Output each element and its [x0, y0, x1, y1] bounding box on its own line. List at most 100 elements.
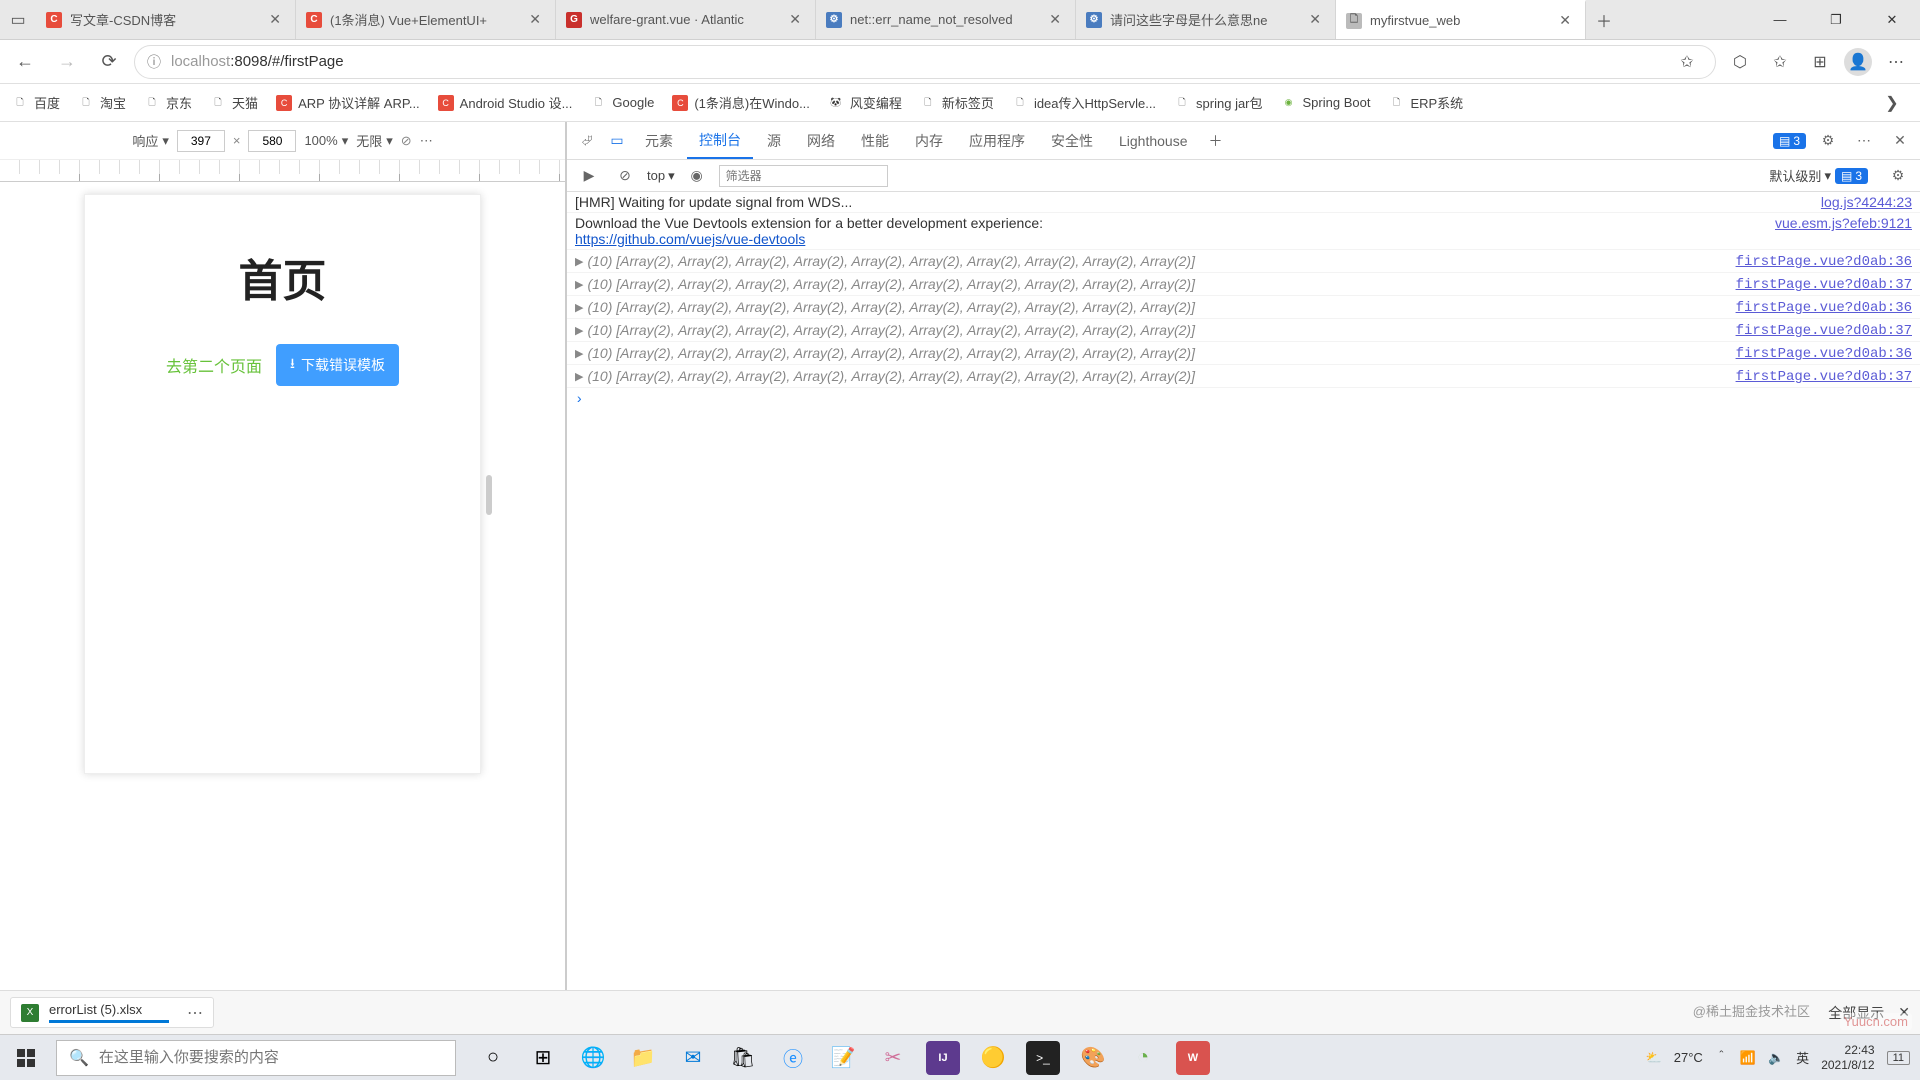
source-link[interactable]: vue.esm.js?efeb:9121 — [1775, 215, 1912, 231]
filter-input[interactable] — [719, 165, 888, 187]
minimize-button[interactable]: — — [1752, 0, 1808, 40]
zoom-select[interactable]: 100% ▾ — [304, 133, 348, 149]
bookmark-item[interactable]: 🗋淘宝 — [78, 93, 126, 112]
log-array-row[interactable]: ▶(10) [Array(2), Array(2), Array(2), Arr… — [567, 296, 1920, 319]
favorites-icon[interactable]: ✩ — [1764, 46, 1796, 78]
tab-application[interactable]: 应用程序 — [957, 123, 1037, 159]
inspect-icon[interactable]: ⮰ — [573, 127, 601, 155]
ime-indicator[interactable]: 英 — [1796, 1048, 1809, 1067]
edge-icon[interactable]: 🌐 — [576, 1041, 610, 1075]
reload-button[interactable]: ⟳ — [92, 45, 126, 79]
taskbar-search-input[interactable] — [99, 1049, 443, 1066]
tray-chevron-icon[interactable]: ＾ — [1715, 1048, 1728, 1067]
site-info-icon[interactable]: ⓘ — [147, 52, 161, 72]
tab-console[interactable]: 控制台 — [687, 123, 753, 159]
device-toggle-icon[interactable]: ▭ — [603, 127, 631, 155]
tab-actions-icon[interactable]: ▭ — [0, 0, 36, 40]
clock[interactable]: 22:43 2021/8/12 — [1821, 1043, 1874, 1072]
bookmark-item[interactable]: 🗋idea传入HttpServle... — [1012, 93, 1156, 112]
chrome-icon[interactable]: 🟡 — [976, 1041, 1010, 1075]
download-item[interactable]: X errorList (5).xlsx ⋯ — [10, 997, 214, 1028]
tab-sources[interactable]: 源 — [755, 123, 793, 159]
live-expression-icon[interactable]: ◉ — [683, 162, 711, 190]
close-icon[interactable]: ✕ — [785, 11, 805, 28]
tab-welfare[interactable]: Gwelfare-grant.vue · Atlantic✕ — [556, 0, 816, 39]
height-input[interactable] — [248, 130, 296, 152]
download-menu-icon[interactable]: ⋯ — [187, 1003, 203, 1023]
bookmarks-overflow-icon[interactable]: ❯ — [1876, 87, 1908, 119]
customize-icon[interactable]: ⋯ — [1850, 127, 1878, 155]
bookmark-item[interactable]: 🐼风变编程 — [828, 93, 902, 112]
app-icon[interactable]: ◔ — [1126, 1041, 1160, 1075]
terminal-icon[interactable]: >_ — [1026, 1041, 1060, 1075]
tab-memory[interactable]: 内存 — [903, 123, 955, 159]
new-tab-button[interactable]: ＋ — [1586, 0, 1622, 40]
taskbar-search[interactable]: 🔍 — [56, 1040, 456, 1076]
settings-icon[interactable]: ⚙ — [1814, 127, 1842, 155]
toggle-sidebar-icon[interactable]: ▶ — [575, 162, 603, 190]
source-link[interactable]: firstPage.vue?d0ab:36 — [1736, 300, 1912, 316]
bookmark-item[interactable]: 🗋天猫 — [210, 93, 258, 112]
responsive-select[interactable]: 响应 ▾ — [132, 131, 169, 150]
bookmark-item[interactable]: CAndroid Studio 设... — [438, 93, 573, 112]
ie-icon[interactable]: ⓔ — [776, 1041, 810, 1075]
more-options-icon[interactable]: ⋯ — [420, 133, 433, 149]
add-tab-icon[interactable]: ＋ — [1202, 127, 1230, 155]
notepadpp-icon[interactable]: 📝 — [826, 1041, 860, 1075]
close-devtools-icon[interactable]: ✕ — [1886, 127, 1914, 155]
source-link[interactable]: firstPage.vue?d0ab:36 — [1736, 254, 1912, 270]
bookmark-item[interactable]: C(1条消息)在Windo... — [672, 93, 810, 112]
snipping-icon[interactable]: ✂ — [876, 1041, 910, 1075]
collections-icon[interactable]: ⊞ — [1804, 46, 1836, 78]
source-link[interactable]: firstPage.vue?d0ab:36 — [1736, 346, 1912, 362]
tab-elements[interactable]: 元素 — [633, 123, 685, 159]
clear-console-icon[interactable]: ⊘ — [611, 162, 639, 190]
tab-err-name[interactable]: ⚙net::err_name_not_resolved✕ — [816, 0, 1076, 39]
download-template-button[interactable]: ⭳下载错误模板 — [276, 344, 399, 386]
volume-icon[interactable]: 🔈 — [1768, 1050, 1784, 1066]
bookmark-item[interactable]: 🗋ERP系统 — [1388, 93, 1463, 112]
log-array-row[interactable]: ▶(10) [Array(2), Array(2), Array(2), Arr… — [567, 319, 1920, 342]
notifications-icon[interactable]: 11 — [1887, 1051, 1910, 1065]
close-icon[interactable]: ✕ — [1305, 11, 1325, 28]
close-window-button[interactable]: ✕ — [1864, 0, 1920, 40]
width-input[interactable] — [177, 130, 225, 152]
message-count-badge[interactable]: ▤ 3 — [1835, 168, 1868, 184]
bookmark-item[interactable]: 🗋百度 — [12, 93, 60, 112]
console-settings-icon[interactable]: ⚙ — [1884, 162, 1912, 190]
console-prompt[interactable]: › — [567, 388, 1920, 412]
profile-avatar[interactable]: 👤 — [1844, 48, 1872, 76]
close-icon[interactable]: ✕ — [1045, 11, 1065, 28]
log-array-row[interactable]: ▶(10) [Array(2), Array(2), Array(2), Arr… — [567, 250, 1920, 273]
tab-network[interactable]: 网络 — [795, 123, 847, 159]
context-select[interactable]: top ▾ — [647, 168, 675, 184]
paint-icon[interactable]: 🎨 — [1076, 1041, 1110, 1075]
issues-badge[interactable]: ▤ 3 — [1773, 133, 1806, 149]
tab-csdn[interactable]: C写文章-CSDN博客✕ — [36, 0, 296, 39]
log-array-row[interactable]: ▶(10) [Array(2), Array(2), Array(2), Arr… — [567, 342, 1920, 365]
wps-icon[interactable]: W — [1176, 1041, 1210, 1075]
tab-performance[interactable]: 性能 — [849, 123, 901, 159]
close-icon[interactable]: ✕ — [265, 11, 285, 28]
scrollbar-handle[interactable] — [486, 475, 492, 515]
maximize-button[interactable]: ❐ — [1808, 0, 1864, 40]
start-button[interactable] — [0, 1035, 52, 1081]
bookmark-item[interactable]: 🗋京东 — [144, 93, 192, 112]
bookmark-item[interactable]: ◉Spring Boot — [1281, 95, 1371, 111]
menu-button[interactable]: ⋯ — [1880, 46, 1912, 78]
close-icon[interactable]: ✕ — [525, 11, 545, 28]
goto-second-page-link[interactable]: 去第二个页面 — [166, 353, 262, 377]
source-link[interactable]: firstPage.vue?d0ab:37 — [1736, 369, 1912, 385]
log-array-row[interactable]: ▶(10) [Array(2), Array(2), Array(2), Arr… — [567, 365, 1920, 388]
idea-icon[interactable]: IJ — [926, 1041, 960, 1075]
bookmark-item[interactable]: 🗋Google — [590, 95, 654, 111]
back-button[interactable]: ← — [8, 45, 42, 79]
url-input[interactable]: ⓘ localhost:8098/#/firstPage ✩ — [134, 45, 1716, 79]
cortana-icon[interactable]: ○ — [476, 1041, 510, 1075]
source-link[interactable]: log.js?4244:23 — [1821, 194, 1912, 210]
wifi-icon[interactable]: 📶 — [1740, 1050, 1756, 1066]
store-icon[interactable]: 🛍 — [726, 1041, 760, 1075]
tab-vue-elementui[interactable]: C(1条消息) Vue+ElementUI+✕ — [296, 0, 556, 39]
extensions-icon[interactable]: ⬡ — [1724, 46, 1756, 78]
weather-icon[interactable]: ⛅ — [1646, 1050, 1662, 1066]
